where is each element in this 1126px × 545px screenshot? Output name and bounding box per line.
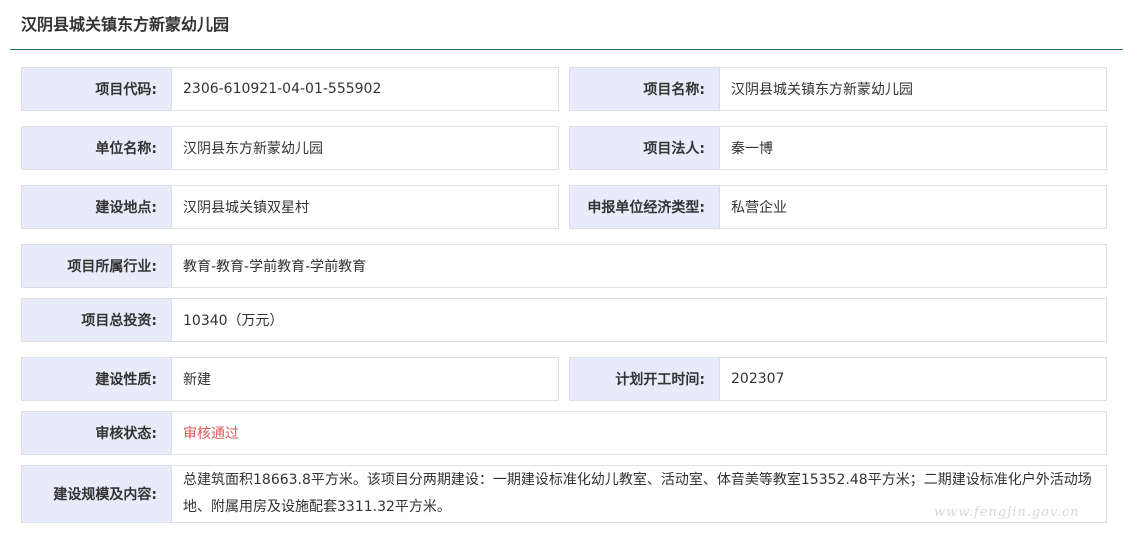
economic-type-label: 申报单位经济类型: [569, 185, 720, 229]
location-label: 建设地点: [21, 185, 172, 229]
nature-label: 建设性质: [21, 357, 172, 401]
row-nature: 建设性质: 新建 计划开工时间: 202307 [21, 357, 1107, 401]
legal-person-value: 秦一博 [719, 126, 1107, 170]
project-name-value: 汉阴县城关镇东方新蒙幼儿园 [719, 67, 1107, 111]
audit-status-value: 审核通过 [171, 411, 1107, 455]
row-industry: 项目所属行业: 教育-教育-学前教育-学前教育 [21, 244, 1107, 288]
legal-person-label: 项目法人: [569, 126, 720, 170]
scale-content-label: 建设规模及内容: [21, 465, 172, 523]
row-project-code: 项目代码: 2306-610921-04-01-555902 项目名称: 汉阴县… [21, 67, 1107, 111]
start-time-label: 计划开工时间: [569, 357, 720, 401]
row-location: 建设地点: 汉阴县城关镇双星村 申报单位经济类型: 私营企业 [21, 185, 1107, 229]
project-name-label: 项目名称: [569, 67, 720, 111]
start-time-value: 202307 [719, 357, 1107, 401]
page-title: 汉阴县城关镇东方新蒙幼儿园 [21, 15, 230, 34]
total-investment-label: 项目总投资: [21, 298, 172, 342]
row-audit-status: 审核状态: 审核通过 [21, 411, 1107, 455]
nature-value: 新建 [171, 357, 559, 401]
row-unit-name: 单位名称: 汉阴县东方新蒙幼儿园 项目法人: 秦一博 [21, 126, 1107, 170]
title-divider [10, 49, 1123, 50]
industry-value: 教育-教育-学前教育-学前教育 [171, 244, 1107, 288]
unit-name-label: 单位名称: [21, 126, 172, 170]
project-code-value: 2306-610921-04-01-555902 [171, 67, 559, 111]
location-value: 汉阴县城关镇双星村 [171, 185, 559, 229]
economic-type-value: 私营企业 [719, 185, 1107, 229]
row-total-investment: 项目总投资: 10340（万元） [21, 298, 1107, 342]
project-code-label: 项目代码: [21, 67, 172, 111]
industry-label: 项目所属行业: [21, 244, 172, 288]
total-investment-value: 10340（万元） [171, 298, 1107, 342]
audit-status-label: 审核状态: [21, 411, 172, 455]
watermark: www.fengjin.gov.cn [934, 505, 1080, 520]
unit-name-value: 汉阴县东方新蒙幼儿园 [171, 126, 559, 170]
